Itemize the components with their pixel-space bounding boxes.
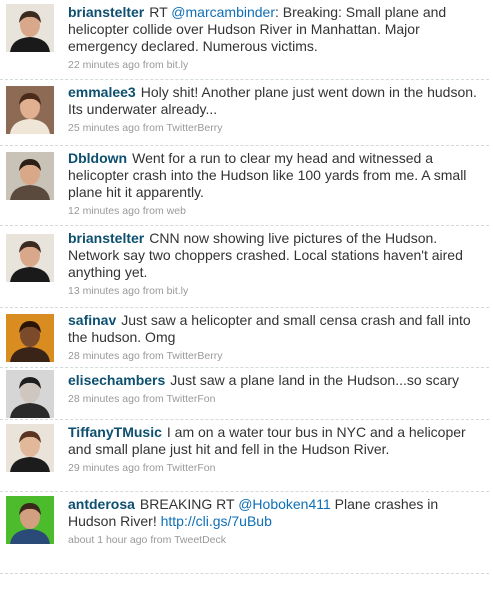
mention-link[interactable]: @marcambinder [171, 4, 275, 20]
tweet-meta: about 1 hour ago from TweetDeck [68, 534, 483, 547]
timestamp-link[interactable]: 25 minutes ago [68, 122, 140, 134]
avatar[interactable] [6, 4, 54, 52]
avatar-image [6, 496, 54, 544]
timestamp-link[interactable]: 22 minutes ago [68, 59, 140, 71]
avatar[interactable] [6, 152, 54, 200]
tweet-item: elisechambers Just saw a plane land in th… [0, 368, 489, 420]
tweet-meta: 22 minutes ago from bit.ly [68, 59, 483, 72]
avatar-image [6, 4, 54, 52]
avatar-image [6, 424, 54, 472]
tweet-body: safinav Just saw a helicopter and small c… [68, 312, 483, 346]
avatar-image [6, 86, 54, 134]
avatar-image [6, 314, 54, 362]
tweet-item: brianstelter RT @marcambinder: Breaking: … [0, 0, 489, 80]
avatar[interactable] [6, 424, 54, 472]
tweet-meta: 25 minutes ago from TwitterBerry [68, 122, 483, 135]
source-link[interactable]: bit.ly [167, 59, 189, 71]
tweet-item: brianstelter CNN now showing live picture… [0, 226, 489, 308]
username-link[interactable]: emmalee3 [68, 84, 136, 100]
source-link[interactable]: web [167, 205, 186, 217]
tweet-meta: 28 minutes ago from TwitterFon [68, 393, 483, 406]
avatar[interactable] [6, 86, 54, 134]
avatar[interactable] [6, 496, 54, 544]
tweet-body: TiffanyTMusic I am on a water tour bus in… [68, 424, 483, 458]
source-link[interactable]: TwitterFon [166, 393, 215, 405]
tweet-meta: 12 minutes ago from web [68, 205, 483, 218]
from-label: from [142, 285, 164, 297]
tweet-body: elisechambers Just saw a plane land in th… [68, 372, 483, 389]
tweet-item: safinav Just saw a helicopter and small c… [0, 308, 489, 368]
from-label: from [142, 393, 164, 405]
tweet-item: TiffanyTMusic I am on a water tour bus in… [0, 420, 489, 492]
username-link[interactable]: elisechambers [68, 372, 165, 388]
tweet-meta: 29 minutes ago from TwitterFon [68, 462, 483, 475]
avatar-image [6, 370, 54, 418]
tweet-timeline: brianstelter RT @marcambinder: Breaking: … [0, 0, 493, 574]
timestamp-link[interactable]: 13 minutes ago [68, 285, 140, 297]
timestamp-link[interactable]: 28 minutes ago [68, 393, 140, 405]
username-link[interactable]: TiffanyTMusic [68, 424, 162, 440]
source-link[interactable]: TweetDeck [174, 534, 226, 546]
from-label: from [142, 350, 164, 362]
mention-link[interactable]: @Hoboken411 [238, 496, 331, 512]
username-link[interactable]: Dbldown [68, 150, 127, 166]
avatar-image [6, 152, 54, 200]
tweet-item: antderosa BREAKING RT @Hoboken411 Plane c… [0, 492, 489, 574]
tweet-text: BREAKING RT [139, 496, 239, 512]
avatar[interactable] [6, 370, 54, 418]
tweet-meta: 13 minutes ago from bit.ly [68, 285, 483, 298]
tweet-body: Dbldown Went for a run to clear my head a… [68, 150, 483, 201]
from-label: from [142, 122, 164, 134]
avatar-image [6, 234, 54, 282]
tweet-text: Went for a run to clear my head and witn… [68, 150, 467, 200]
avatar[interactable] [6, 314, 54, 362]
avatar[interactable] [6, 234, 54, 282]
username-link[interactable]: brianstelter [68, 4, 144, 20]
from-label: from [150, 534, 172, 546]
timestamp-link[interactable]: 12 minutes ago [68, 205, 140, 217]
timestamp-link[interactable]: about 1 hour ago [68, 534, 147, 546]
source-link[interactable]: bit.ly [167, 285, 189, 297]
from-label: from [142, 205, 164, 217]
source-link[interactable]: TwitterBerry [166, 350, 222, 362]
username-link[interactable]: safinav [68, 312, 116, 328]
tweet-text: Just saw a plane land in the Hudson...so… [170, 372, 460, 388]
tweet-item: emmalee3 Holy shit! Another plane just we… [0, 80, 489, 146]
tweet-body: antderosa BREAKING RT @Hoboken411 Plane c… [68, 496, 483, 530]
tweet-text: RT [149, 4, 172, 20]
source-link[interactable]: TwitterBerry [166, 122, 222, 134]
tweet-body: emmalee3 Holy shit! Another plane just we… [68, 84, 483, 118]
tweet-body: brianstelter RT @marcambinder: Breaking: … [68, 4, 483, 55]
username-link[interactable]: brianstelter [68, 230, 144, 246]
tweet-text: Just saw a helicopter and small censa cr… [68, 312, 471, 345]
username-link[interactable]: antderosa [68, 496, 135, 512]
tweet-body: brianstelter CNN now showing live picture… [68, 230, 483, 281]
tweet-item: Dbldown Went for a run to clear my head a… [0, 146, 489, 226]
tweet-meta: 28 minutes ago from TwitterBerry [68, 350, 483, 363]
from-label: from [142, 462, 164, 474]
timestamp-link[interactable]: 28 minutes ago [68, 350, 140, 362]
source-link[interactable]: TwitterFon [166, 462, 215, 474]
from-label: from [142, 59, 164, 71]
timestamp-link[interactable]: 29 minutes ago [68, 462, 140, 474]
url-link[interactable]: http://cli.gs/7uBub [161, 513, 272, 529]
